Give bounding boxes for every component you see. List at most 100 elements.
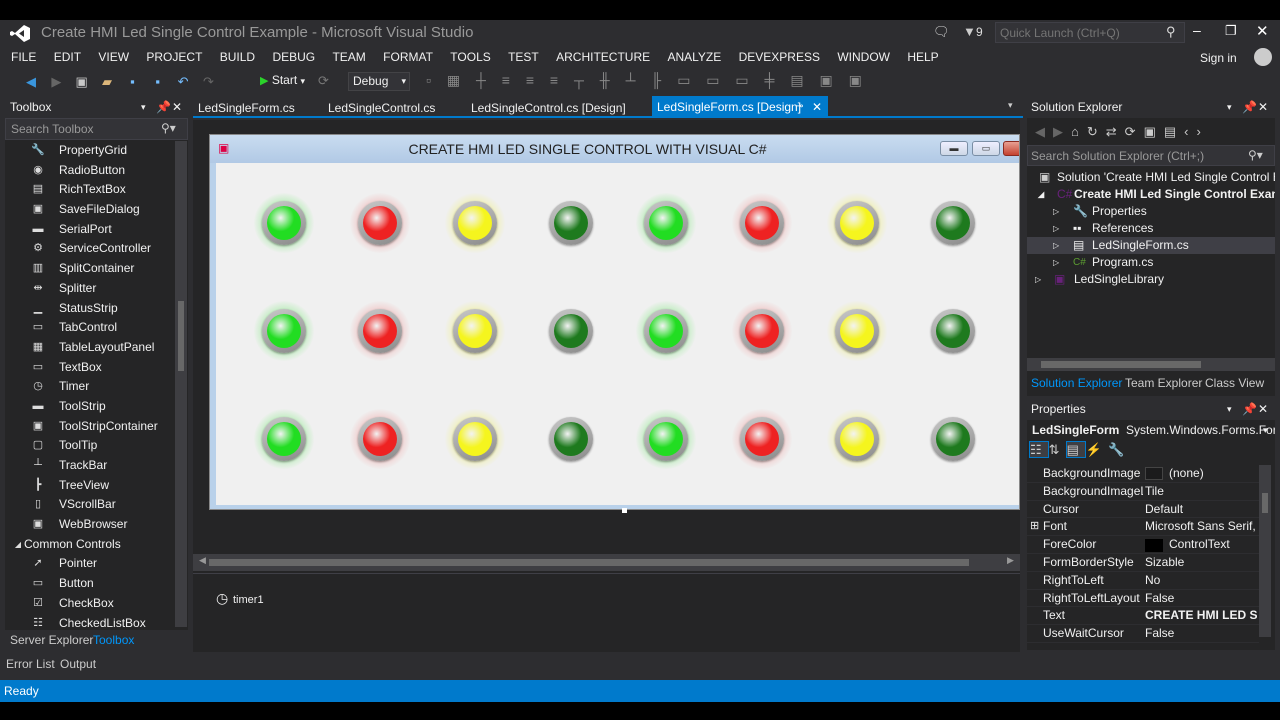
property-pages-icon[interactable]: 🔧 xyxy=(1108,442,1130,457)
tool-richtextbox[interactable]: ▤ RichTextBox xyxy=(5,180,175,200)
menu-architecture[interactable]: ARCHITECTURE xyxy=(549,46,657,68)
tab-class-view[interactable]: Class View xyxy=(1205,376,1264,390)
panel-menu-icon[interactable]: ▾ xyxy=(141,96,146,118)
tree-program[interactable]: ▷ C# Program.cs xyxy=(1027,254,1275,271)
menu-team[interactable]: TEAM xyxy=(325,46,372,68)
tool-toolstripcontainer[interactable]: ▣ ToolStripContainer xyxy=(5,417,175,437)
layout-toolbar-icons[interactable]: ▫ ▦ ┼ ≡ ≡ ≡ ┬ ╫ ┴ ╟ ▭ ▭ ▭ ╪ ▤ ▣ ▣ xyxy=(426,72,868,89)
back-icon[interactable]: ◀▶ xyxy=(1035,124,1071,139)
prop-forecolor[interactable]: ForeColor ControlText xyxy=(1027,536,1259,554)
back-icon[interactable]: ◀ xyxy=(23,74,39,90)
timer1-component[interactable]: timer1 xyxy=(233,594,264,606)
tree-project[interactable]: ◢ C# Create HMI Led Single Control Exampl xyxy=(1027,186,1275,203)
prop-cursor[interactable]: Cursor Default xyxy=(1027,501,1259,519)
tool-tablelayoutpanel[interactable]: ▦ TableLayoutPanel xyxy=(5,338,175,358)
user-icon[interactable] xyxy=(1254,48,1272,66)
home-icon[interactable]: ⌂ xyxy=(1071,124,1087,139)
tool-checkedlistbox[interactable]: ☷ CheckedListBox xyxy=(5,614,175,628)
object-selector[interactable]: LedSingleForm System.Windows.Forms.Forn … xyxy=(1027,420,1275,440)
designed-form[interactable]: ▣ CREATE HMI LED SINGLE CONTROL WITH VIS… xyxy=(209,134,1020,510)
save-icon[interactable]: ▪ xyxy=(124,74,140,90)
tree-ledsingleform[interactable]: ▷ ▤ LedSingleForm.cs xyxy=(1027,237,1275,254)
panel-menu-icon[interactable]: ▾ xyxy=(1227,398,1232,420)
tab-team-explorer[interactable]: Team Explorer xyxy=(1125,376,1202,390)
tool-tabcontrol[interactable]: ▭ TabControl xyxy=(5,318,175,338)
start-button[interactable]: ▶ Start ▾ xyxy=(260,73,305,87)
toolbox-section-common-controls[interactable]: ◢ Common Controls xyxy=(5,535,175,555)
pin-icon[interactable]: ⊸ xyxy=(795,96,803,118)
show-all-icon[interactable]: ▤ xyxy=(1164,124,1184,139)
filter-icon[interactable]: ▼ xyxy=(963,24,976,39)
prop-font[interactable]: ⊞ Font Microsoft Sans Serif, 8 xyxy=(1027,518,1259,537)
solution-hscrollbar[interactable] xyxy=(1027,358,1275,371)
tab-error-list[interactable]: Error List xyxy=(6,657,55,671)
tool-textbox[interactable]: ▭ TextBox xyxy=(5,358,175,378)
tool-statusstrip[interactable]: ▁ StatusStrip xyxy=(5,299,175,319)
refresh-icon[interactable]: ⟳ xyxy=(318,73,329,89)
menu-debug[interactable]: DEBUG xyxy=(265,46,322,68)
tool-splitter[interactable]: ⇹ Splitter xyxy=(5,279,175,299)
search-icon[interactable]: ⚲▾ xyxy=(161,121,176,135)
collapse-all-icon[interactable]: ▣ xyxy=(1144,124,1164,139)
sort-alpha-icon[interactable]: ⇅ xyxy=(1049,442,1066,457)
forward-icon[interactable]: ▶ xyxy=(48,74,64,90)
panel-menu-icon[interactable]: ▾ xyxy=(1227,96,1232,118)
form-resize-handle[interactable] xyxy=(622,508,627,513)
config-dropdown[interactable]: Debug ▾ xyxy=(348,72,410,91)
tool-splitcontainer[interactable]: ▥ SplitContainer xyxy=(5,259,175,279)
menu-build[interactable]: BUILD xyxy=(213,46,262,68)
solution-search[interactable]: Search Solution Explorer (Ctrl+;) ⚲▾ xyxy=(1027,145,1275,166)
restore-button[interactable]: ❐ xyxy=(1225,23,1243,39)
prop-backgroundimage[interactable]: BackgroundImage (none) xyxy=(1027,465,1259,483)
menu-project[interactable]: PROJECT xyxy=(139,46,209,68)
form-maximize-button[interactable]: ▭ xyxy=(972,141,1000,156)
designer-scrollbar[interactable]: ◀ ▶ xyxy=(193,554,1020,571)
menu-format[interactable]: FORMAT xyxy=(376,46,440,68)
tool-trackbar[interactable]: ┴ TrackBar xyxy=(5,456,175,476)
close-button[interactable]: ✕ xyxy=(1256,22,1274,40)
close-tab-icon[interactable]: ✕ xyxy=(812,96,822,118)
tree-ledsinglelibrary[interactable]: ▷ ▣ LedSingleLibrary xyxy=(1027,271,1275,288)
sync-icon[interactable]: ↻⇄ xyxy=(1087,124,1125,139)
tab-solution-explorer[interactable]: Solution Explorer xyxy=(1031,376,1122,390)
categorized-icon[interactable]: ☷ xyxy=(1029,441,1049,458)
prop-righttoleftlayout[interactable]: RightToLeftLayout False xyxy=(1027,590,1259,608)
tool-propertygrid[interactable]: 🔧 PropertyGrid xyxy=(5,141,175,161)
tab-output[interactable]: Output xyxy=(60,657,96,671)
tool-radiobutton[interactable]: ◉ RadioButton xyxy=(5,161,175,181)
menu-file[interactable]: FILE xyxy=(4,46,43,68)
redo-icon[interactable]: ↷ xyxy=(200,74,216,90)
tool-toolstrip[interactable]: ▬ ToolStrip xyxy=(5,397,175,417)
tab-server-explorer[interactable]: Server Explorer xyxy=(10,633,93,647)
menu-view[interactable]: VIEW xyxy=(91,46,136,68)
menu-test[interactable]: TEST xyxy=(501,46,546,68)
search-icon[interactable]: ⚲ xyxy=(1166,24,1176,40)
prop-righttoleft[interactable]: RightToLeft No xyxy=(1027,572,1259,590)
undo-icon[interactable]: ↶ xyxy=(175,74,191,90)
new-project-icon[interactable]: ▣ xyxy=(74,74,90,90)
toolbox-search[interactable]: Search Toolbox ⚲▾ xyxy=(5,118,188,140)
open-folder-icon[interactable]: ▰ xyxy=(99,74,115,90)
tool-vscrollbar[interactable]: ▯ VScrollBar xyxy=(5,495,175,515)
tool-serialport[interactable]: ▬ SerialPort xyxy=(5,220,175,240)
pin-icon[interactable]: 📌 xyxy=(1242,96,1257,118)
search-icon[interactable]: ⚲▾ xyxy=(1248,148,1263,162)
events-icon[interactable]: ⚡ xyxy=(1086,442,1108,457)
form-close-button[interactable]: ✕ xyxy=(1003,141,1019,156)
tab-ledsinglecontrol-design[interactable]: LedSingleControl.cs [Design] xyxy=(471,101,626,115)
notification-icon[interactable]: 🗨 xyxy=(933,24,950,40)
tool-button[interactable]: ▭ Button xyxy=(5,574,175,594)
tab-toolbox[interactable]: Toolbox xyxy=(93,633,134,647)
close-icon[interactable]: ✕ xyxy=(172,96,182,118)
prop-text[interactable]: TextCREATE HMI LED SING xyxy=(1027,607,1259,626)
pin-icon[interactable]: 📌 xyxy=(1242,398,1257,420)
menu-devexpress[interactable]: DEVEXPRESS xyxy=(732,46,827,68)
menu-analyze[interactable]: ANALYZE xyxy=(660,46,728,68)
menu-window[interactable]: WINDOW xyxy=(830,46,897,68)
save-all-icon[interactable]: ▪ xyxy=(150,74,166,90)
toolbox-scrollbar[interactable] xyxy=(175,141,187,627)
close-icon[interactable]: ✕ xyxy=(1258,96,1268,118)
tree-solution[interactable]: ▣ Solution 'Create HMI Led Single Control… xyxy=(1027,169,1275,186)
menu-tools[interactable]: TOOLS xyxy=(443,46,497,68)
tool-tooltip[interactable]: ▢ ToolTip xyxy=(5,436,175,456)
